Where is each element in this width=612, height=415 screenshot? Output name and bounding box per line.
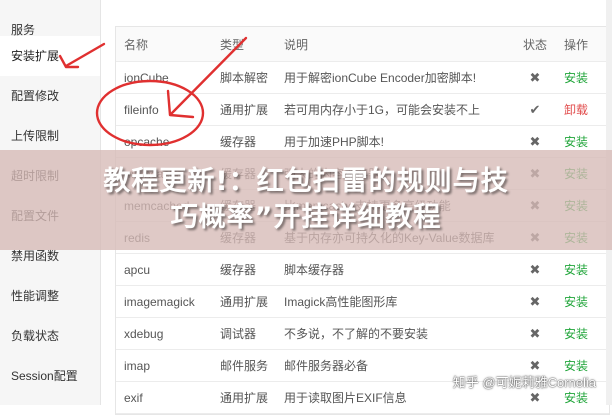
ext-name: exif <box>116 381 212 414</box>
ext-type: 通用扩展 <box>212 381 276 414</box>
ext-desc: 不多说，不了解的不要安装 <box>276 317 514 350</box>
ext-status-icon: ✖ <box>514 317 556 350</box>
ext-name: ionCube <box>116 61 212 94</box>
banner-title-line2: 巧概率”开挂详细教程 <box>170 202 442 233</box>
install-link[interactable]: 安装 <box>556 61 609 94</box>
ext-status-icon: ✔ <box>514 93 556 126</box>
table-row: fileinfo 通用扩展 若可用内存小于1G，可能会安装不上 ✔ 卸载 <box>116 93 609 126</box>
ext-name: fileinfo <box>116 93 212 126</box>
ext-type: 脚本解密 <box>212 61 276 94</box>
ext-status-icon: ✖ <box>514 285 556 318</box>
install-link[interactable]: 安装 <box>556 285 609 318</box>
ext-type: 通用扩展 <box>212 93 276 126</box>
ext-type: 通用扩展 <box>212 285 276 318</box>
banner-title: 教程更新!：红包扫雷的规则与技 巧概率”开挂详细教程 <box>0 164 612 236</box>
banner-title-line1: 教程更新!：红包扫雷的规则与技 <box>103 166 509 197</box>
ext-status-icon: ✖ <box>514 253 556 286</box>
ext-name: xdebug <box>116 317 212 350</box>
install-link[interactable]: 安装 <box>556 253 609 286</box>
table-header-row: 名称 类型 说明 状态 操作 <box>116 27 609 62</box>
sidebar-item[interactable]: 负载状态 <box>0 316 100 356</box>
sidebar-item[interactable]: 服务 <box>0 0 100 37</box>
col-name-header: 名称 <box>116 27 212 62</box>
sidebar-item[interactable]: 配置修改 <box>0 76 100 116</box>
table-row: apcu 缓存器 脚本缓存器 ✖ 安装 <box>116 253 609 286</box>
ext-desc: Imagick高性能图形库 <box>276 285 514 318</box>
uninstall-link[interactable]: 卸载 <box>556 93 609 126</box>
ext-status-icon: ✖ <box>514 61 556 94</box>
col-type-header: 类型 <box>212 27 276 62</box>
ext-name: apcu <box>116 253 212 286</box>
col-desc-header: 说明 <box>276 27 514 62</box>
ext-desc: 脚本缓存器 <box>276 253 514 286</box>
ext-type: 缓存器 <box>212 253 276 286</box>
watermark: 知乎 @可妮莉雅Cornelia <box>452 375 596 390</box>
table-row: xdebug 调试器 不多说，不了解的不要安装 ✖ 安装 <box>116 317 609 350</box>
ext-name: imap <box>116 349 212 382</box>
col-status-header: 状态 <box>514 27 556 62</box>
ext-name: imagemagick <box>116 285 212 318</box>
ext-type: 调试器 <box>212 317 276 350</box>
ext-desc: 若可用内存小于1G，可能会安装不上 <box>276 93 514 126</box>
ext-type: 邮件服务 <box>212 349 276 382</box>
sidebar-item[interactable]: 性能调整 <box>0 276 100 316</box>
sidebar-item[interactable]: 安装扩展 <box>0 36 100 76</box>
sidebar-item[interactable]: Session配置 <box>0 356 100 396</box>
install-link[interactable]: 安装 <box>556 317 609 350</box>
col-op-header: 操作 <box>556 27 609 62</box>
table-row: imagemagick 通用扩展 Imagick高性能图形库 ✖ 安装 <box>116 285 609 318</box>
ext-desc: 用于解密ionCube Encoder加密脚本! <box>276 61 514 94</box>
table-row: ionCube 脚本解密 用于解密ionCube Encoder加密脚本! ✖ 安装 <box>116 61 609 94</box>
